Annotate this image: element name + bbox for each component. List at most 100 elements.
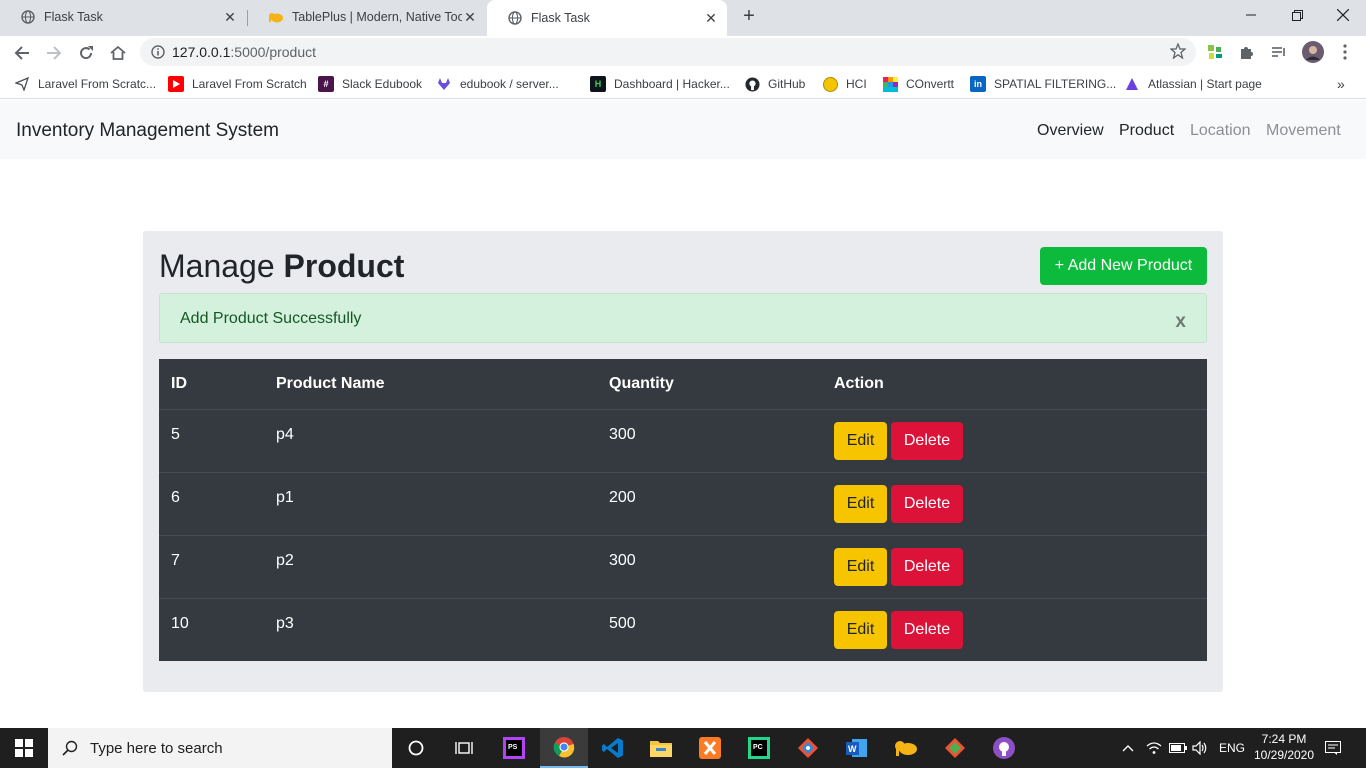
delete-button[interactable]: Delete — [891, 422, 963, 460]
browser-toolbar: 127.0.0.1:5000/product — [0, 36, 1366, 69]
input-language[interactable]: ENG — [1219, 728, 1245, 768]
navbar-brand[interactable]: Inventory Management System — [16, 120, 279, 142]
app-navbar: Inventory Management System Overview Pro… — [0, 100, 1366, 159]
tray-chevron-icon[interactable] — [1122, 728, 1134, 768]
volume-icon[interactable] — [1192, 728, 1208, 768]
cell-id: 10 — [171, 615, 189, 632]
tab-title: Flask Task — [531, 11, 590, 25]
nav-link-location[interactable]: Location — [1190, 122, 1251, 140]
bookmark-label: Slack Edubook — [342, 77, 423, 91]
back-arrow-icon[interactable] — [9, 40, 35, 66]
sourcetree-icon[interactable] — [931, 728, 979, 768]
search-icon — [62, 740, 78, 756]
url-text: 127.0.0.1:5000/product — [172, 44, 316, 60]
battery-icon[interactable] — [1169, 728, 1187, 768]
bookmark-item[interactable]: edubook / server... — [436, 75, 559, 93]
close-tab-icon[interactable]: ✕ — [462, 9, 478, 25]
cell-actions: Edit Delete — [834, 548, 963, 586]
bookmark-label: GitHub — [768, 77, 806, 91]
column-header-id: ID — [171, 375, 187, 392]
forward-arrow-icon[interactable] — [41, 40, 67, 66]
word-icon[interactable]: W — [833, 728, 881, 768]
taskbar-clock[interactable]: 7:24 PM 10/29/2020 — [1246, 731, 1322, 763]
paper-plane-icon — [14, 76, 30, 92]
add-new-product-button[interactable]: + Add New Product — [1040, 247, 1207, 285]
nav-link-movement[interactable]: Movement — [1266, 122, 1341, 140]
browser-tab[interactable]: Flask Task ✕ — [0, 0, 246, 34]
cell-product-name: p1 — [276, 489, 294, 506]
taskbar-search-box[interactable]: Type here to search — [48, 728, 392, 768]
bookmarks-bar: Laravel From Scratc... Laravel From Scra… — [0, 69, 1366, 99]
bookmark-item[interactable]: Atlassian | Start page — [1124, 75, 1262, 93]
bookmark-item[interactable]: H Dashboard | Hacker... — [590, 75, 730, 93]
bookmark-item[interactable]: Laravel From Scratc... — [14, 75, 156, 93]
restore-icon[interactable] — [1274, 0, 1320, 30]
cell-quantity: 500 — [609, 615, 636, 632]
windows-start-icon[interactable] — [0, 728, 48, 768]
tableplus-icon[interactable] — [882, 728, 930, 768]
cortana-icon[interactable] — [392, 728, 440, 768]
cell-actions: Edit Delete — [834, 611, 963, 649]
extension-icon[interactable] — [1205, 42, 1225, 62]
site-info-icon[interactable] — [144, 45, 172, 59]
close-tab-icon[interactable]: ✕ — [222, 9, 238, 25]
more-menu-icon[interactable] — [1335, 42, 1355, 62]
product-table: ID Product Name Quantity Action 5 p4 300… — [159, 359, 1207, 661]
bookmark-star-icon[interactable] — [1169, 42, 1187, 64]
puzzle-extensions-icon[interactable] — [1237, 42, 1257, 62]
cell-id: 6 — [171, 489, 180, 506]
browser-tab[interactable]: TablePlus | Modern, Native Tool f ✕ — [248, 0, 486, 34]
nav-link-overview[interactable]: Overview — [1037, 122, 1104, 140]
notification-center-icon[interactable] — [1325, 728, 1341, 768]
bookmark-item[interactable]: HCI — [822, 75, 867, 93]
atlassian-icon — [1124, 76, 1140, 92]
close-tab-icon[interactable]: ✕ — [703, 10, 719, 26]
delete-button[interactable]: Delete — [891, 611, 963, 649]
github-desktop-icon[interactable] — [980, 728, 1028, 768]
browser-tab-active[interactable]: Flask Task ✕ — [487, 0, 727, 36]
edit-button[interactable]: Edit — [834, 548, 887, 586]
close-window-icon[interactable] — [1320, 0, 1366, 30]
address-bar[interactable]: 127.0.0.1:5000/product — [140, 38, 1196, 66]
git-tool-icon[interactable] — [784, 728, 832, 768]
home-icon[interactable] — [105, 40, 131, 66]
edit-button[interactable]: Edit — [834, 485, 887, 523]
delete-button[interactable]: Delete — [891, 485, 963, 523]
media-queue-icon[interactable] — [1269, 42, 1289, 62]
cell-id: 7 — [171, 552, 180, 569]
bookmark-item[interactable]: GitHub — [744, 75, 805, 93]
bookmark-item[interactable]: in SPATIAL FILTERING... — [970, 75, 1116, 93]
vscode-icon[interactable] — [589, 728, 637, 768]
bookmark-item[interactable]: # Slack Edubook — [318, 75, 422, 93]
wifi-icon[interactable] — [1146, 728, 1162, 768]
xampp-icon[interactable] — [686, 728, 734, 768]
bookmark-item[interactable]: Laravel From Scratch — [168, 75, 307, 93]
edit-button[interactable]: Edit — [834, 422, 887, 460]
profile-avatar[interactable] — [1301, 40, 1325, 64]
github-icon — [744, 76, 760, 92]
phpstorm-icon[interactable]: PS — [490, 728, 538, 768]
cell-product-name: p2 — [276, 552, 294, 569]
table-row: 10 p3 500 Edit Delete — [159, 598, 1207, 661]
delete-button[interactable]: Delete — [891, 548, 963, 586]
convertt-icon — [882, 76, 898, 92]
edit-button[interactable]: Edit — [834, 611, 887, 649]
alert-close-button[interactable]: x — [1175, 311, 1186, 333]
file-explorer-icon[interactable] — [637, 728, 685, 768]
clock-date: 10/29/2020 — [1253, 748, 1315, 762]
more-bookmarks-chevron-icon[interactable]: » — [1337, 75, 1345, 93]
reload-icon[interactable] — [73, 40, 99, 66]
chrome-icon[interactable] — [540, 728, 588, 768]
youtube-icon — [168, 76, 184, 92]
task-view-icon[interactable] — [440, 728, 488, 768]
tab-title: TablePlus | Modern, Native Tool f — [292, 10, 462, 24]
clock-time: 7:24 PM — [1261, 732, 1307, 746]
hci-icon — [822, 76, 838, 92]
svg-text:W: W — [848, 744, 857, 754]
globe-icon — [507, 10, 523, 26]
new-tab-plus-icon[interactable]: + — [738, 6, 760, 28]
minimize-icon[interactable] — [1228, 0, 1274, 30]
nav-link-product[interactable]: Product — [1119, 122, 1174, 140]
pycharm-icon[interactable]: PC — [735, 728, 783, 768]
bookmark-item[interactable]: COnvertt — [882, 75, 954, 93]
